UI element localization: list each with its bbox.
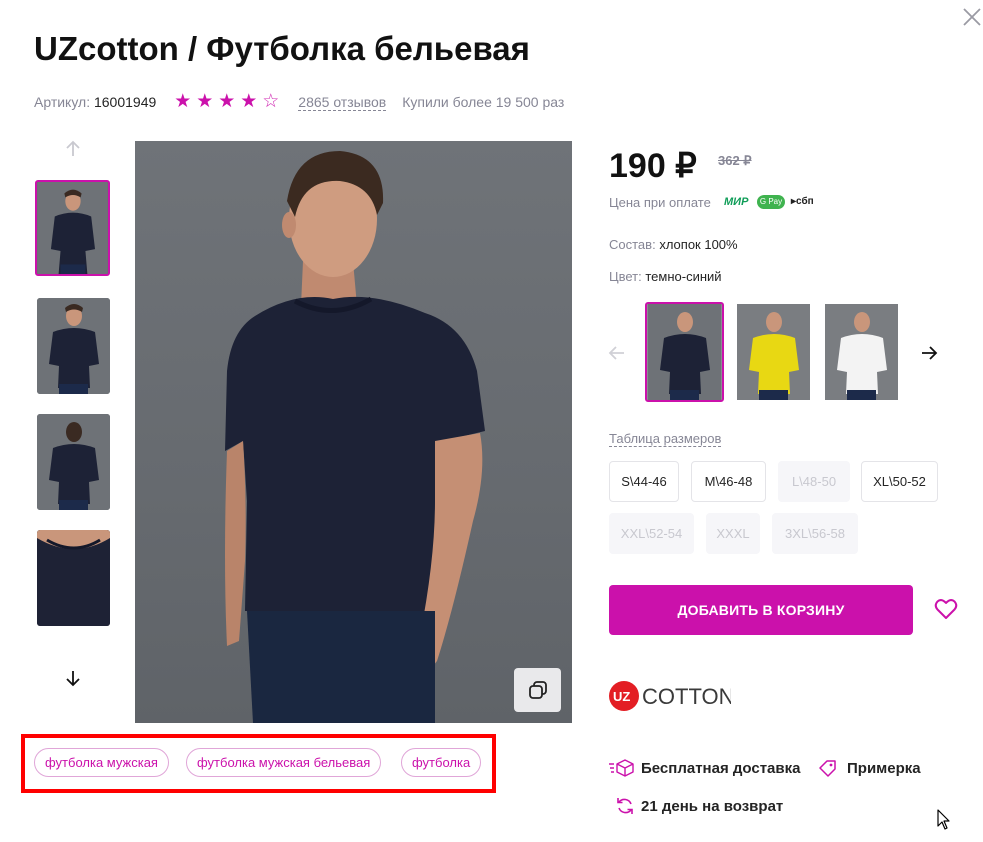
tag-label-icon — [818, 759, 838, 777]
sbp-text: сбп — [796, 196, 814, 207]
color-label: Цвет: — [609, 269, 642, 284]
arrow-right-icon[interactable] — [917, 341, 941, 365]
delivery-box-icon — [609, 759, 635, 777]
main-product-photo[interactable] — [135, 141, 572, 723]
thumbnail-4[interactable] — [37, 530, 110, 626]
article-label: Артикул: — [34, 94, 91, 110]
tag-item[interactable]: футболка мужская бельевая — [186, 748, 382, 777]
copy-zoom-icon[interactable] — [514, 668, 561, 712]
payment-price-label: Цена при оплате — [609, 195, 711, 210]
thumbnail-3[interactable] — [37, 414, 110, 510]
composition: Состав: хлопок 100% — [609, 237, 738, 252]
old-price: 362 ₽ — [718, 153, 752, 168]
size-option-unavailable: XXXL — [706, 513, 760, 554]
size-option-unavailable: L\48-50 — [778, 461, 850, 502]
composition-label: Состав: — [609, 237, 656, 252]
thumbnail-2[interactable] — [37, 298, 110, 394]
arrow-down-icon[interactable] — [61, 666, 85, 690]
color-option-navy[interactable] — [645, 302, 724, 402]
size-option[interactable]: XL\50-52 — [861, 461, 938, 502]
size-option[interactable]: S\44-46 — [609, 461, 679, 502]
tag-item[interactable]: футболка мужская — [34, 748, 169, 777]
color-option-yellow[interactable] — [737, 304, 810, 400]
rating-stars: ★ ★ ★ ★ ☆ — [174, 91, 284, 112]
tag-item[interactable]: футболка — [401, 748, 482, 777]
color-value: темно-синий — [645, 269, 722, 284]
heart-icon[interactable] — [933, 596, 959, 622]
color-option-white[interactable] — [825, 304, 898, 400]
bought-count: Купили более 19 500 раз — [402, 94, 565, 110]
star-filled-icon: ★ — [218, 91, 236, 112]
arrow-up-icon[interactable] — [61, 137, 85, 161]
arrow-left-icon[interactable] — [605, 341, 629, 365]
size-option[interactable]: M\46-48 — [691, 461, 766, 502]
mir-logo: МИР — [724, 196, 749, 208]
reviews-link[interactable]: 2865 отзывов — [298, 94, 387, 111]
fitting-label: Примерка — [847, 759, 921, 777]
size-table-link[interactable]: Таблица размеров — [609, 431, 722, 447]
size-option-unavailable: 3XL\56-58 — [772, 513, 858, 554]
size-option-unavailable: XXL\52-54 — [609, 513, 694, 554]
svg-text:UZ: UZ — [613, 689, 630, 704]
brand-logo[interactable]: UZ COTTON — [609, 680, 734, 712]
mouse-cursor-icon — [937, 809, 951, 831]
star-filled-icon: ★ — [196, 91, 214, 112]
star-empty-icon: ☆ — [262, 91, 280, 112]
add-to-cart-button[interactable]: ДОБАВИТЬ В КОРЗИНУ — [609, 585, 913, 635]
gpay-logo: G Pay — [757, 195, 785, 209]
delivery-label: Бесплатная доставка — [641, 759, 801, 777]
close-icon[interactable] — [961, 6, 983, 28]
feature-fitting: Примерка — [818, 759, 921, 777]
return-refresh-icon — [615, 797, 635, 815]
product-meta: Артикул: 16001949 ★ ★ ★ ★ ☆ 2865 отзывов Куп… — [34, 92, 564, 112]
star-filled-icon: ★ — [240, 91, 258, 112]
return-label: 21 день на возврат — [641, 797, 784, 815]
sbp-logo: ▸сбп — [791, 196, 814, 207]
star-filled-icon: ★ — [174, 91, 192, 112]
color: Цвет: темно-синий — [609, 269, 722, 284]
current-price: 190 ₽ — [609, 147, 697, 185]
feature-delivery: Бесплатная доставка — [609, 759, 800, 777]
feature-return: 21 день на возврат — [615, 797, 783, 815]
thumbnail-1[interactable] — [35, 180, 110, 276]
composition-value: хлопок 100% — [659, 237, 738, 252]
product-title: UZcotton / Футболка бельевая — [34, 30, 530, 67]
article-value: 16001949 — [93, 94, 157, 110]
svg-text:COTTON: COTTON — [642, 684, 731, 709]
